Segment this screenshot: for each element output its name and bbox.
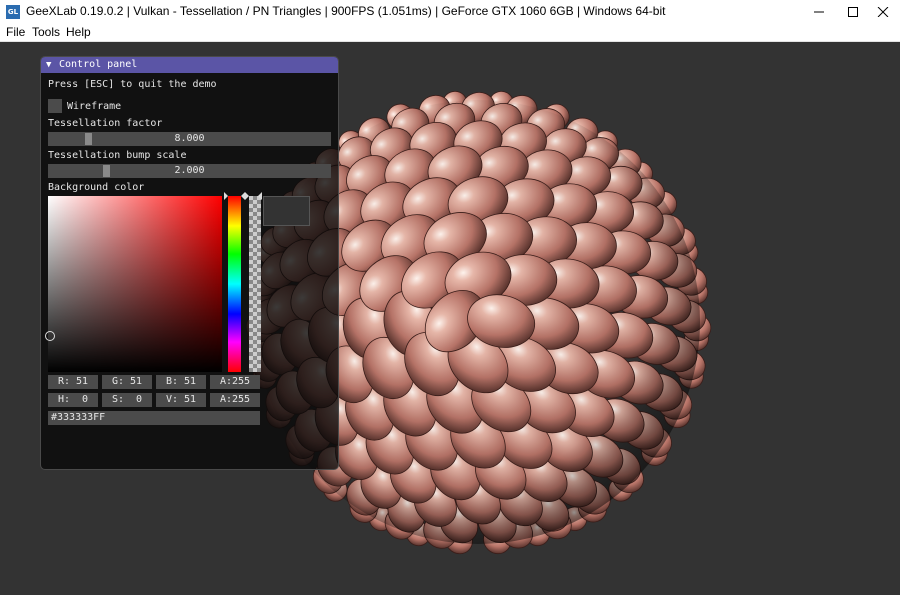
- tessellation-bump-scale-value: 2.000: [174, 165, 205, 176]
- menu-bar: File Tools Help: [0, 24, 900, 42]
- control-panel-header[interactable]: ▼ Control panel: [41, 57, 338, 73]
- menu-item-file[interactable]: File: [6, 25, 25, 39]
- maximize-button[interactable]: [836, 0, 870, 24]
- menu-item-tools[interactable]: Tools: [32, 25, 60, 39]
- value-field[interactable]: V: 51: [156, 393, 206, 407]
- maximize-icon: [848, 7, 858, 17]
- hue-field[interactable]: H: 0: [48, 393, 98, 407]
- saturation-value-cursor[interactable]: [45, 331, 55, 341]
- hex-color-field[interactable]: #333333FF: [48, 411, 260, 425]
- tessellation-factor-slider[interactable]: 8.000: [48, 132, 331, 146]
- blue-field[interactable]: B: 51: [156, 375, 206, 389]
- alpha-bar[interactable]: [249, 196, 261, 372]
- saturation-value-picker[interactable]: [48, 196, 222, 372]
- tessellation-factor-label: Tessellation factor: [48, 118, 163, 129]
- quit-hint: Press [ESC] to quit the demo: [48, 79, 217, 90]
- control-panel[interactable]: ▼ Control panel Press [ESC] to quit the …: [40, 56, 339, 470]
- color-preview-swatch[interactable]: [263, 196, 310, 226]
- alpha-field[interactable]: A:255: [210, 375, 260, 389]
- title-bar[interactable]: GL GeeXLab 0.19.0.2 | Vulkan - Tessellat…: [0, 0, 900, 24]
- red-field[interactable]: R: 51: [48, 375, 98, 389]
- saturation-field[interactable]: S: 0: [102, 393, 152, 407]
- minimize-icon: [814, 11, 824, 13]
- hue-marker-left-icon: [224, 192, 228, 200]
- tessellation-bump-scale-label: Tessellation bump scale: [48, 150, 187, 161]
- alpha-marker-left-icon: [245, 192, 249, 200]
- wireframe-label: Wireframe: [67, 101, 122, 112]
- tessellation-bump-scale-slider[interactable]: 2.000: [48, 164, 331, 178]
- background-color-label: Background color: [48, 182, 145, 193]
- window-title: GeeXLab 0.19.0.2 | Vulkan - Tessellation…: [26, 4, 666, 18]
- alpha-marker-right-icon: [258, 192, 262, 200]
- menu-item-help[interactable]: Help: [66, 25, 91, 39]
- close-button[interactable]: [866, 0, 900, 24]
- alpha-hsv-field[interactable]: A:255: [210, 393, 260, 407]
- wireframe-checkbox[interactable]: [48, 99, 62, 113]
- close-icon: [877, 7, 889, 17]
- green-field[interactable]: G: 51: [102, 375, 152, 389]
- control-panel-title: Control panel: [59, 59, 138, 70]
- collapse-arrow-icon[interactable]: ▼: [46, 57, 51, 73]
- tessellation-factor-value: 8.000: [174, 133, 205, 144]
- app-icon[interactable]: GL: [6, 5, 20, 19]
- minimize-button[interactable]: [802, 0, 836, 24]
- hue-bar[interactable]: [228, 196, 241, 372]
